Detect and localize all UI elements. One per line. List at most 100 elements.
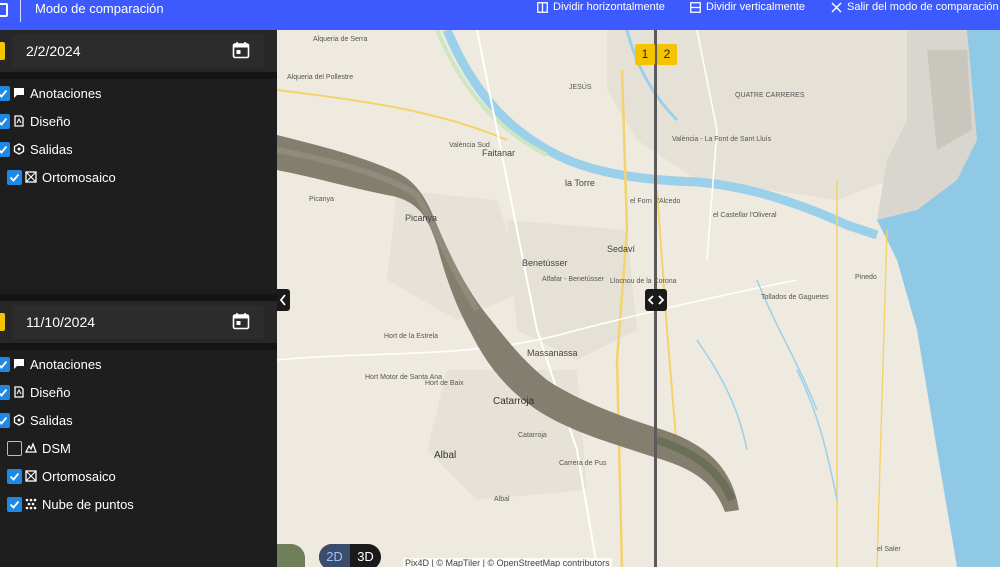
view-3d-button[interactable]: 3D: [350, 544, 381, 567]
map-label: Alfafar - Benetússer: [542, 276, 604, 283]
layer-orthomosaic-1[interactable]: Ortomosaico: [7, 166, 116, 188]
top-bar: Modo de comparación Dividir horizontalme…: [0, 0, 1000, 30]
map-label: Massanassa: [527, 348, 578, 358]
layer-label: Ortomosaico: [42, 169, 116, 185]
layer-annotations-1[interactable]: Anotaciones: [0, 82, 102, 104]
collapse-sidebar-button[interactable]: [277, 289, 290, 311]
panel-separator: [0, 343, 277, 350]
orthomosaic-icon: [25, 171, 37, 183]
divider: [20, 0, 21, 22]
panel-separator: [0, 294, 277, 301]
map-label: QUATRE CARRERES: [735, 92, 805, 99]
split-horizontal-button[interactable]: Dividir horizontalmente: [537, 1, 665, 13]
checkbox[interactable]: [7, 440, 22, 456]
layer-outputs-2[interactable]: Salidas: [0, 409, 73, 431]
layer-label: Nube de puntos: [42, 496, 134, 512]
layer-label: Ortomosaico: [42, 468, 116, 484]
map-label: Albal: [494, 496, 510, 503]
hexagon-icon: [13, 143, 25, 155]
date-row-1: 2/2/2024: [0, 30, 277, 72]
map-label: JESÚS: [569, 84, 592, 91]
map-label: la Torre: [565, 178, 595, 188]
layer-label: Diseño: [30, 384, 71, 400]
calendar-icon[interactable]: [232, 312, 250, 330]
map-label: Pinedo: [855, 274, 877, 281]
view-mode-toggle[interactable]: 2D 3D: [319, 544, 381, 567]
comment-icon: [13, 358, 25, 370]
checkbox[interactable]: [0, 85, 10, 101]
checkbox[interactable]: [7, 468, 22, 484]
map-label: Hort Motor de Santa Ana: [365, 374, 443, 381]
date-value-1: 2/2/2024: [26, 43, 81, 59]
map-label: València - La Font de Sant Lluís: [672, 136, 772, 143]
map-label: Hort de la Estrela: [384, 333, 439, 340]
page-title: Modo de comparación: [35, 1, 164, 16]
map-label: Benetússer: [522, 258, 568, 268]
map-label: Picanya: [405, 213, 438, 223]
layer-design-1[interactable]: Diseño: [0, 110, 70, 132]
panel-2-badge: 2: [657, 44, 677, 65]
layer-label: Salidas: [30, 141, 73, 157]
date-row-2: 11/10/2024: [0, 301, 277, 343]
map-label: València Sud: [449, 142, 490, 149]
split-vertical-button[interactable]: Dividir verticalmente: [690, 1, 805, 13]
checkbox[interactable]: [0, 113, 10, 129]
layer-annotations-2[interactable]: Anotaciones: [0, 353, 102, 375]
calendar-icon[interactable]: [232, 41, 250, 59]
comment-icon: [13, 87, 25, 99]
layer-label: DSM: [42, 440, 71, 456]
map-view[interactable]: Alqueria de Serra Alqueria del Pollestre…: [277, 30, 1000, 567]
map-label: el Castellar l'Oliveral: [713, 212, 777, 219]
layer-point-cloud-2[interactable]: Nube de puntos: [7, 493, 134, 515]
map-canvas[interactable]: [277, 30, 1000, 567]
drag-arrows-icon: [647, 295, 665, 305]
layer-dsm-2[interactable]: DSM: [7, 437, 71, 459]
layer-orthomosaic-2[interactable]: Ortomosaico: [7, 465, 116, 487]
map-label: Llocnou de la Corona: [610, 278, 677, 285]
checkbox[interactable]: [0, 384, 10, 400]
map-label: Tollados de Gaguetes: [761, 294, 829, 301]
checkbox[interactable]: [0, 141, 10, 157]
map-label: el Saler: [877, 546, 901, 553]
exit-compare-button[interactable]: Salir del modo de comparación: [831, 1, 999, 13]
date-value-2: 11/10/2024: [26, 314, 96, 330]
view-2d-button[interactable]: 2D: [319, 544, 350, 567]
checkbox[interactable]: [0, 412, 10, 428]
basemap-thumbnail[interactable]: [277, 544, 305, 567]
split-handle[interactable]: [645, 289, 667, 311]
map-label: Catarroja: [518, 432, 547, 439]
layer-label: Salidas: [30, 412, 73, 428]
checkbox[interactable]: [0, 356, 10, 372]
date-picker-1[interactable]: 2/2/2024: [12, 34, 264, 68]
checkbox[interactable]: [7, 496, 22, 512]
checkbox[interactable]: [7, 169, 22, 185]
map-label: Carrera de Pus: [559, 460, 607, 467]
dsm-icon: [24, 442, 37, 454]
exit-compare-label: Salir del modo de comparación: [847, 1, 999, 13]
split-vertical-label: Dividir verticalmente: [706, 1, 806, 13]
panel-2-marker: [0, 313, 5, 331]
split-horizontal-icon: [537, 1, 548, 13]
orthomosaic-icon: [25, 470, 37, 482]
sidebar: 2/2/2024 Anotaciones Diseño Salidas Orto…: [0, 30, 277, 567]
split-horizontal-label: Dividir horizontalmente: [553, 1, 665, 13]
chevron-left-icon: [279, 294, 286, 306]
point-cloud-icon: [25, 498, 37, 510]
date-picker-2[interactable]: 11/10/2024: [12, 305, 264, 339]
back-icon[interactable]: [0, 3, 8, 17]
layer-design-2[interactable]: Diseño: [0, 381, 70, 403]
close-icon: [831, 2, 842, 12]
panel-1-marker: [0, 42, 5, 60]
hexagon-icon: [13, 414, 25, 426]
map-attribution[interactable]: Pix4D | © MapTiler | © OpenStreetMap con…: [403, 558, 612, 567]
layer-label: Anotaciones: [30, 85, 102, 101]
split-vertical-icon: [690, 1, 701, 13]
map-label: Picanya: [309, 196, 334, 203]
document-icon: [13, 115, 25, 127]
layer-outputs-1[interactable]: Salidas: [0, 138, 73, 160]
document-icon: [13, 386, 25, 398]
layer-label: Anotaciones: [30, 356, 102, 372]
layer-label: Diseño: [30, 113, 71, 129]
map-label: Alqueria de Serra: [313, 36, 368, 43]
panel-1-badge: 1: [635, 44, 655, 65]
